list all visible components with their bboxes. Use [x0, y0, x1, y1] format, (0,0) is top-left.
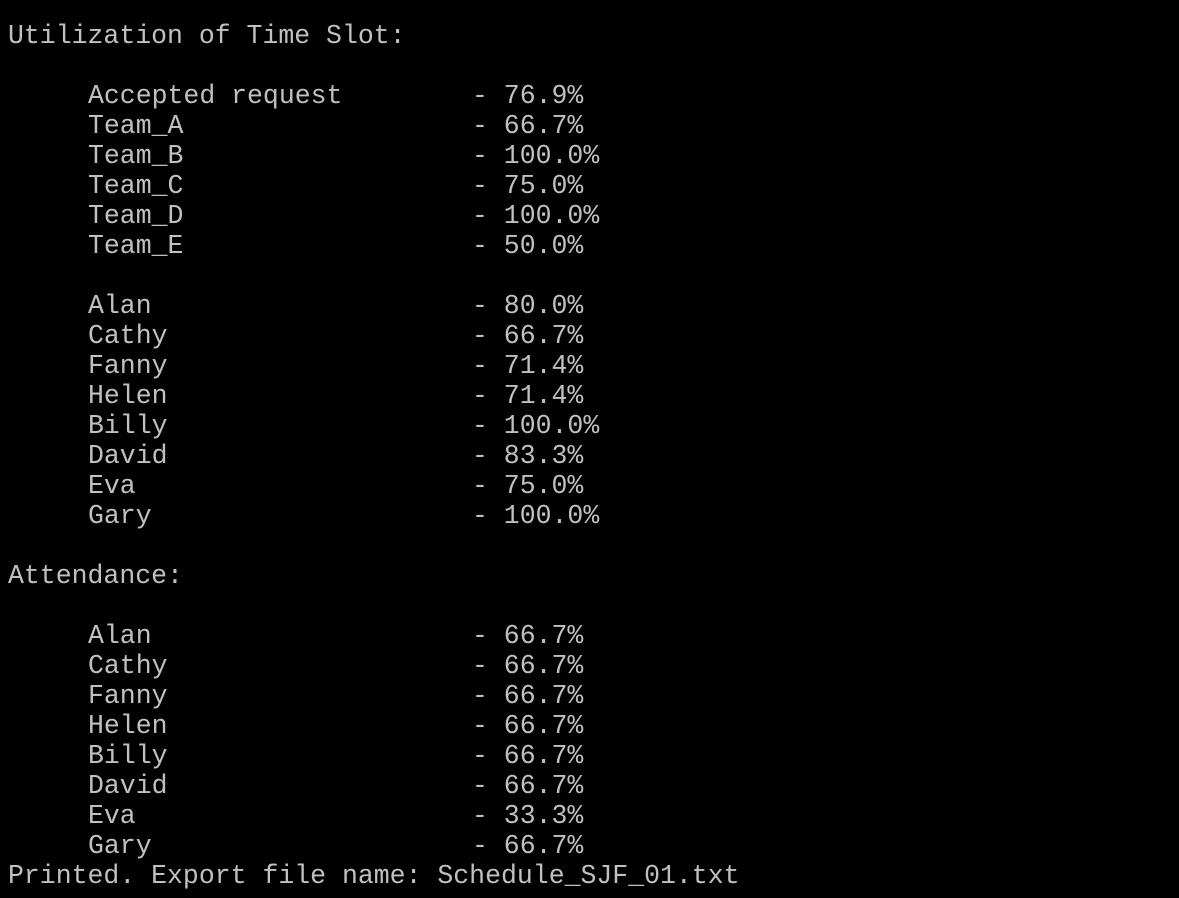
utilization-person-row: Gary - 100.0%	[0, 501, 1179, 531]
row-value: - 66.7%	[472, 621, 584, 651]
row-name: Helen	[88, 381, 168, 411]
utilization-row: Accepted request - 76.9%	[0, 81, 1179, 111]
row-value: - 66.7%	[472, 651, 584, 681]
utilization-person-row: Eva - 75.0%	[0, 471, 1179, 501]
row-name: Cathy	[88, 651, 168, 681]
footer-row: Printed. Export file name: Schedule_SJF_…	[0, 861, 1179, 891]
utilization-row: Team_C - 75.0%	[0, 171, 1179, 201]
attendance-row: Alan - 66.7%	[0, 621, 1179, 651]
row-name: Billy	[88, 741, 168, 771]
utilization-row: Team_B - 100.0%	[0, 141, 1179, 171]
row-name: Fanny	[88, 681, 168, 711]
row-name: Team_A	[88, 111, 184, 141]
row-name: David	[88, 771, 168, 801]
row-name: Alan	[88, 291, 152, 321]
utilization-person-row: David - 83.3%	[0, 441, 1179, 471]
attendance-row: Cathy - 66.7%	[0, 651, 1179, 681]
row-value: - 33.3%	[472, 801, 584, 831]
row-value: - 75.0%	[472, 471, 584, 501]
row-name: Team_D	[88, 201, 184, 231]
row-name: Team_B	[88, 141, 184, 171]
row-name: Eva	[88, 801, 136, 831]
row-value: - 50.0%	[472, 231, 584, 261]
attendance-row: David - 66.7%	[0, 771, 1179, 801]
terminal-window[interactable]: Utilization of Time Slot: Accepted reque…	[0, 0, 1179, 898]
utilization-row: Team_E - 50.0%	[0, 231, 1179, 261]
row-name: Billy	[88, 411, 168, 441]
utilization-person-row: Cathy - 66.7%	[0, 321, 1179, 351]
utilization-heading: Utilization of Time Slot:	[8, 21, 406, 51]
attendance-row: Helen - 66.7%	[0, 711, 1179, 741]
utilization-row: Team_A - 66.7%	[0, 111, 1179, 141]
row-name: Gary	[88, 831, 152, 861]
row-value: - 71.4%	[472, 381, 584, 411]
row-value: - 66.7%	[472, 681, 584, 711]
row-name: Gary	[88, 501, 152, 531]
row-name: Team_C	[88, 171, 184, 201]
utilization-row: Team_D - 100.0%	[0, 201, 1179, 231]
row-value: - 71.4%	[472, 351, 584, 381]
row-value: - 100.0%	[472, 201, 600, 231]
row-value: - 76.9%	[472, 81, 584, 111]
row-name: Eva	[88, 471, 136, 501]
attendance-heading: Attendance:	[8, 561, 183, 591]
row-value: - 100.0%	[472, 141, 600, 171]
row-name: Fanny	[88, 351, 168, 381]
utilization-person-row: Helen - 71.4%	[0, 381, 1179, 411]
utilization-heading-row: Utilization of Time Slot:	[0, 21, 1179, 51]
row-name: Alan	[88, 621, 152, 651]
row-value: - 66.7%	[472, 321, 584, 351]
row-value: - 80.0%	[472, 291, 584, 321]
row-name: Accepted request	[88, 81, 343, 111]
row-value: - 66.7%	[472, 831, 584, 861]
row-value: - 66.7%	[472, 771, 584, 801]
export-status-line: Printed. Export file name: Schedule_SJF_…	[8, 861, 740, 891]
row-name: David	[88, 441, 168, 471]
attendance-row: Gary - 66.7%	[0, 831, 1179, 861]
attendance-heading-row: Attendance:	[0, 561, 1179, 591]
row-value: - 100.0%	[472, 411, 600, 441]
row-value: - 100.0%	[472, 501, 600, 531]
row-value: - 75.0%	[472, 171, 584, 201]
attendance-row: Fanny - 66.7%	[0, 681, 1179, 711]
row-value: - 83.3%	[472, 441, 584, 471]
row-name: Cathy	[88, 321, 168, 351]
attendance-row: Billy - 66.7%	[0, 741, 1179, 771]
row-name: Team_E	[88, 231, 184, 261]
utilization-person-row: Billy - 100.0%	[0, 411, 1179, 441]
row-value: - 66.7%	[472, 711, 584, 741]
row-name: Helen	[88, 711, 168, 741]
utilization-person-row: Alan - 80.0%	[0, 291, 1179, 321]
utilization-person-row: Fanny - 71.4%	[0, 351, 1179, 381]
attendance-row: Eva - 33.3%	[0, 801, 1179, 831]
row-value: - 66.7%	[472, 741, 584, 771]
row-value: - 66.7%	[472, 111, 584, 141]
